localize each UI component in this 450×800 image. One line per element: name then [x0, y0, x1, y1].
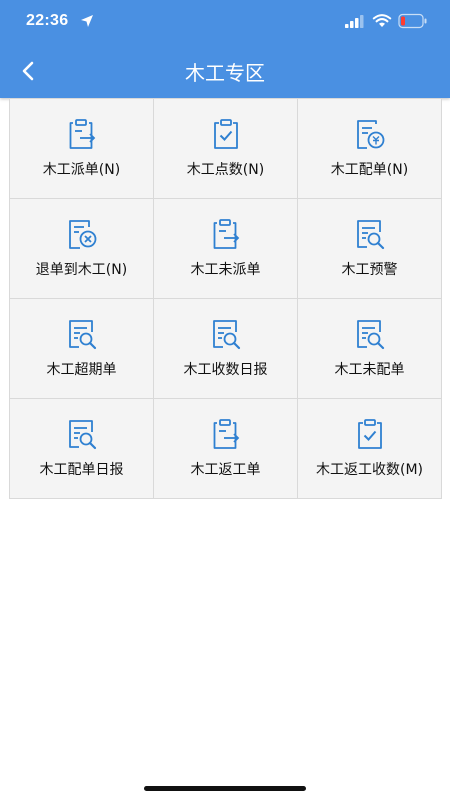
document-search-icon: [68, 420, 96, 450]
menu-item-label: 木工收数日报: [183, 362, 268, 378]
menu-item[interactable]: 木工返工收数(M): [298, 399, 442, 499]
menu-item[interactable]: 木工配单日报: [10, 399, 154, 499]
clipboard-check-icon: [357, 419, 382, 449]
status-time: 22:36: [26, 12, 69, 29]
menu-item-label: 木工未派单: [190, 262, 261, 278]
menu-item[interactable]: 木工点数(N): [154, 99, 298, 199]
document-search-icon: [212, 320, 240, 350]
menu-item-label: 木工派单(N): [42, 162, 121, 178]
menu-item[interactable]: 木工配单(N): [298, 99, 442, 199]
document-search-icon: [356, 220, 384, 250]
menu-item-label: 木工配单日报: [39, 462, 124, 478]
menu-item[interactable]: 木工收数日报: [154, 299, 298, 399]
location-arrow-icon: [81, 15, 93, 27]
clipboard-check-icon: [213, 119, 238, 149]
menu-item[interactable]: 木工派单(N): [10, 99, 154, 199]
status-bar: 22:36: [0, 0, 450, 44]
home-indicator: [144, 786, 306, 791]
document-search-icon: [68, 320, 96, 350]
menu-item-label: 木工配单(N): [330, 162, 409, 178]
document-cancel-icon: [68, 220, 96, 249]
menu-grid: 木工派单(N) 木工点数(N) 木工配单(N) 退单到木工(N) 木工未派单 木…: [9, 98, 442, 499]
wifi-icon: [372, 14, 392, 27]
menu-item-label: 木工点数(N): [186, 162, 265, 178]
document-coin-icon: [356, 120, 384, 149]
clipboard-arrow-icon: [69, 119, 95, 149]
header-bar: 22:36 木工专区: [0, 0, 450, 98]
menu-item-label: 木工超期单: [46, 362, 117, 378]
menu-item[interactable]: 退单到木工(N): [10, 199, 154, 299]
menu-item[interactable]: 木工超期单: [10, 299, 154, 399]
page-title: 木工专区: [185, 61, 265, 85]
menu-item-label: 木工预警: [341, 262, 398, 278]
document-search-icon: [356, 320, 384, 350]
clipboard-arrow-icon: [213, 219, 239, 249]
menu-item-label: 退单到木工(N): [35, 262, 128, 278]
menu-item[interactable]: 木工预警: [298, 199, 442, 299]
menu-item-label: 木工返工收数(M): [315, 462, 423, 478]
menu-item[interactable]: 木工返工单: [154, 399, 298, 499]
battery-icon: [398, 13, 427, 29]
cellular-signal-icon: [345, 15, 364, 28]
menu-item[interactable]: 木工未派单: [154, 199, 298, 299]
menu-item[interactable]: 木工未配单: [298, 299, 442, 399]
menu-item-label: 木工未配单: [334, 362, 405, 378]
clipboard-arrow-icon: [213, 419, 239, 449]
menu-item-label: 木工返工单: [190, 462, 261, 478]
